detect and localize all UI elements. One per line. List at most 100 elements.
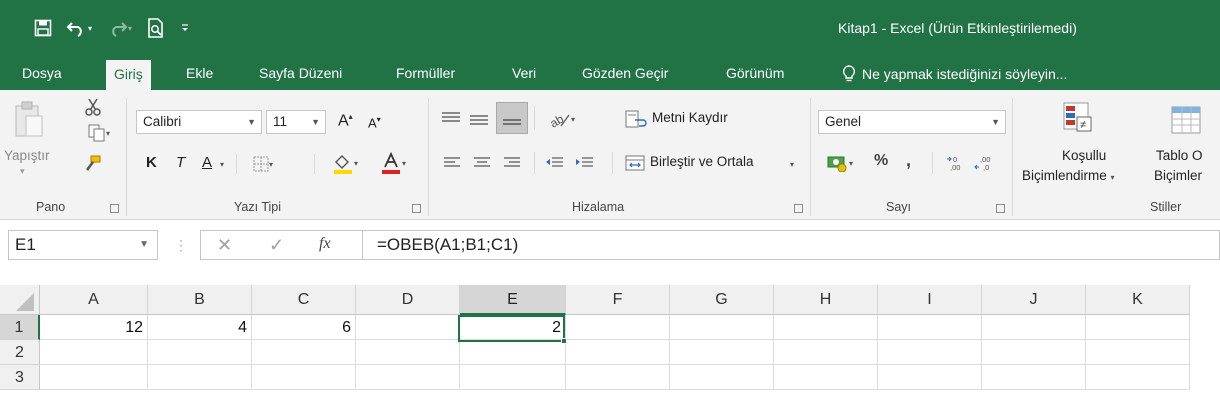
align-bottom-button[interactable] (496, 102, 528, 134)
cell-a3[interactable] (40, 365, 148, 390)
cell-f1[interactable] (566, 315, 670, 340)
column-header-j[interactable]: J (982, 285, 1086, 315)
borders-button[interactable]: ▾ (246, 154, 280, 174)
underline-button[interactable]: A (202, 154, 212, 171)
cell-j1[interactable] (982, 315, 1086, 340)
merge-dropdown-caret[interactable]: ▾ (790, 160, 794, 169)
cell-b1[interactable]: 4 (148, 315, 252, 340)
select-all-button[interactable] (0, 285, 40, 315)
format-as-table-icon[interactable] (1166, 100, 1206, 140)
percent-style-button[interactable]: % (874, 152, 888, 170)
tab-formuller[interactable]: Formüller (396, 58, 455, 90)
font-name-dropdown[interactable]: Calibri ▼ (136, 110, 262, 134)
cell-k3[interactable] (1086, 365, 1190, 390)
font-launcher-icon[interactable] (412, 204, 421, 213)
print-preview-icon[interactable] (142, 15, 170, 41)
cell-g1[interactable] (670, 315, 774, 340)
cell-k2[interactable] (1086, 340, 1190, 365)
cell-g2[interactable] (670, 340, 774, 365)
fill-color-button[interactable]: ▾ (322, 150, 368, 176)
number-format-dropdown[interactable]: Genel ▼ (818, 110, 1006, 134)
cut-icon[interactable] (82, 96, 104, 118)
cell-c3[interactable] (252, 365, 356, 390)
tab-giris[interactable]: Giriş (106, 60, 151, 90)
redo-icon[interactable]: ▾ (102, 15, 136, 41)
increase-indent-button[interactable] (572, 152, 596, 174)
cell-h2[interactable] (774, 340, 878, 365)
font-size-dropdown[interactable]: 11 ▼ (266, 110, 326, 134)
italic-button[interactable]: T (176, 154, 185, 171)
paste-label[interactable]: Yapıştır (4, 148, 50, 163)
cell-h3[interactable] (774, 365, 878, 390)
orientation-button[interactable]: ab ▾ (542, 106, 582, 132)
cell-f3[interactable] (566, 365, 670, 390)
tab-gorunum[interactable]: Görünüm (726, 58, 784, 90)
cell-h1[interactable] (774, 315, 878, 340)
align-middle-button[interactable] (466, 106, 492, 132)
cell-j2[interactable] (982, 340, 1086, 365)
name-box[interactable]: E1 ▼ (8, 230, 158, 260)
cell-d2[interactable] (356, 340, 460, 365)
cell-e1[interactable]: 2 (460, 315, 566, 340)
number-launcher-icon[interactable] (996, 204, 1005, 213)
column-header-h[interactable]: H (774, 285, 878, 315)
column-header-k[interactable]: K (1086, 285, 1190, 315)
undo-icon[interactable]: ▾ (62, 15, 96, 41)
align-center-button[interactable] (470, 152, 494, 174)
cell-a2[interactable] (40, 340, 148, 365)
cell-e2[interactable] (460, 340, 566, 365)
column-header-e[interactable]: E (460, 285, 566, 315)
tab-ekle[interactable]: Ekle (186, 58, 213, 90)
cell-f2[interactable] (566, 340, 670, 365)
row-header-3[interactable]: 3 (0, 365, 40, 390)
font-color-button[interactable]: ▾ (370, 150, 416, 176)
cell-i3[interactable] (878, 365, 982, 390)
cell-a1[interactable]: 12 (40, 315, 148, 340)
format-as-table-label-2[interactable]: Biçimler (1154, 168, 1202, 183)
cell-d1[interactable] (356, 315, 460, 340)
underline-dropdown-caret[interactable]: ▾ (220, 160, 224, 169)
tell-me-box[interactable]: Ne yapmak istediğinizi söyleyin... (842, 58, 1067, 90)
format-painter-icon[interactable] (80, 152, 104, 176)
paste-button[interactable] (12, 96, 46, 144)
align-left-button[interactable] (440, 152, 464, 174)
merge-center-icon[interactable] (622, 152, 648, 174)
worksheet-grid[interactable]: ABCDEFGHIJK 123 12 4 6 2 (0, 285, 1220, 412)
wrap-text-button-icon[interactable] (622, 106, 650, 132)
customize-qat-icon[interactable] (176, 15, 194, 41)
cell-c2[interactable] (252, 340, 356, 365)
cell-j3[interactable] (982, 365, 1086, 390)
align-right-button[interactable] (500, 152, 524, 174)
cell-d3[interactable] (356, 365, 460, 390)
cell-c1[interactable]: 6 (252, 315, 356, 340)
column-header-a[interactable]: A (40, 285, 148, 315)
column-header-c[interactable]: C (252, 285, 356, 315)
cell-k1[interactable] (1086, 315, 1190, 340)
fill-handle[interactable] (561, 338, 567, 344)
column-header-i[interactable]: I (878, 285, 982, 315)
row-header-2[interactable]: 2 (0, 340, 40, 365)
comma-style-button[interactable]: , (906, 150, 911, 171)
conditional-formatting-label-1[interactable]: Koşullu (1062, 148, 1106, 163)
shrink-font-button[interactable]: A▾ (368, 115, 381, 130)
format-as-table-label-1[interactable]: Tablo O (1156, 148, 1203, 163)
column-header-f[interactable]: F (566, 285, 670, 315)
decrease-decimal-button[interactable]: ,00,0 (972, 152, 998, 174)
bold-button[interactable]: K (146, 154, 157, 171)
grow-font-button[interactable]: A▴ (338, 112, 353, 130)
tab-sayfa-duzeni[interactable]: Sayfa Düzeni (259, 58, 342, 90)
conditional-formatting-icon[interactable]: ≠ (1060, 98, 1096, 138)
align-top-button[interactable] (438, 106, 464, 132)
accounting-format-button[interactable]: ▾ (820, 152, 860, 174)
conditional-formatting-button[interactable]: Biçimlendirme ▾ (1022, 168, 1115, 183)
column-header-g[interactable]: G (670, 285, 774, 315)
wrap-text-button[interactable]: Metni Kaydır (652, 110, 728, 125)
cell-e3[interactable] (460, 365, 566, 390)
alignment-launcher-icon[interactable] (794, 204, 803, 213)
row-header-1[interactable]: 1 (0, 315, 40, 340)
cell-b2[interactable] (148, 340, 252, 365)
tab-veri[interactable]: Veri (512, 58, 536, 90)
tab-gozden-gecir[interactable]: Gözden Geçir (582, 58, 668, 90)
paste-dropdown-caret[interactable]: ▾ (20, 166, 25, 177)
decrease-indent-button[interactable] (542, 152, 566, 174)
